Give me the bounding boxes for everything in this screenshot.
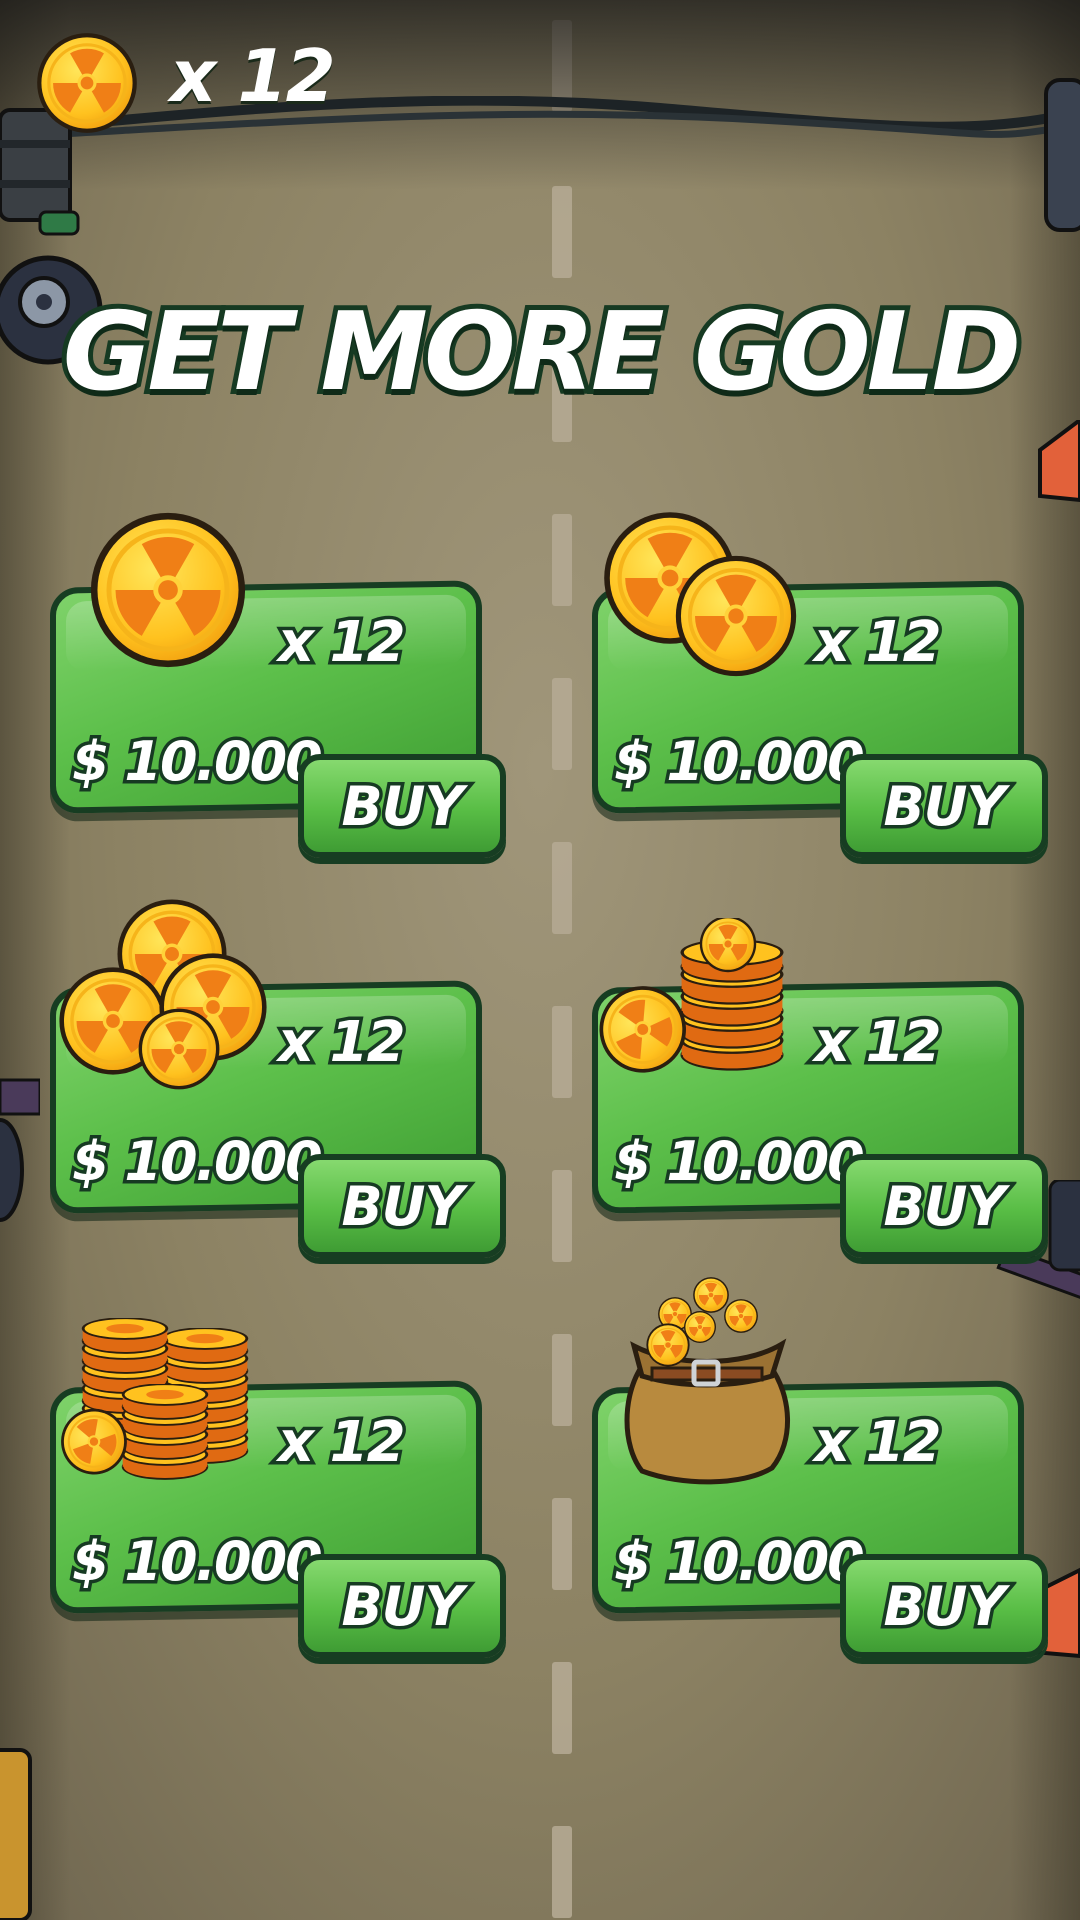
coin-sack-icon xyxy=(612,1276,802,1490)
offer-card-2: x 12 $ 10.000 BUY xyxy=(584,518,1048,858)
lane-marking xyxy=(552,678,572,770)
buy-button[interactable]: BUY xyxy=(840,1554,1048,1658)
buy-label: BUY xyxy=(338,1571,467,1641)
buy-label: BUY xyxy=(880,1571,1009,1641)
buy-button[interactable]: BUY xyxy=(840,754,1048,858)
buy-button[interactable]: BUY xyxy=(840,1154,1048,1258)
machine-debris-icon xyxy=(1044,78,1080,232)
lane-marking xyxy=(552,842,572,934)
offer-card-6: x 12 $ 10.000 BUY xyxy=(584,1276,1048,1658)
barrel-icon xyxy=(0,1748,32,1920)
lane-marking xyxy=(552,1170,572,1262)
lane-marking xyxy=(552,514,572,606)
lane-marking xyxy=(552,186,572,278)
offer-card-3: x 12 $ 10.000 BUY xyxy=(42,897,506,1258)
page-title: GET MORE GOLD xyxy=(58,285,1026,420)
currency-coin-icon xyxy=(34,30,140,140)
offer-price: $ 10.000 xyxy=(69,1127,327,1197)
coin-stacks-icon xyxy=(50,1308,258,1492)
offer-quantity: x 12 xyxy=(275,607,410,679)
offer-price: $ 10.000 xyxy=(69,727,327,797)
lane-marking xyxy=(552,1334,572,1426)
lane-marking xyxy=(552,1498,572,1590)
buy-label: BUY xyxy=(338,1171,467,1241)
buy-label: BUY xyxy=(338,771,467,841)
offer-price: $ 10.000 xyxy=(611,1527,869,1597)
offer-price: $ 10.000 xyxy=(611,1127,869,1197)
single-coin-icon xyxy=(86,508,250,676)
offer-card-4: x 12 $ 10.000 BUY xyxy=(583,914,1048,1258)
offer-card-1: x 12 $ 10.000 BUY xyxy=(42,518,506,858)
top-shade xyxy=(0,0,1080,190)
lane-marking xyxy=(552,1826,572,1918)
currency-count: x 12 xyxy=(170,34,336,118)
offer-quantity: x 12 xyxy=(811,1407,946,1479)
offer-price: $ 10.000 xyxy=(69,1527,327,1597)
offer-price: $ 10.000 xyxy=(611,727,869,797)
two-coins-icon xyxy=(600,508,800,692)
coin-pile-icon xyxy=(56,896,286,1100)
offer-quantity: x 12 xyxy=(275,1407,410,1479)
lane-marking xyxy=(552,1006,572,1098)
buy-button[interactable]: BUY xyxy=(298,1154,506,1258)
offer-quantity: x 12 xyxy=(811,607,946,679)
buy-button[interactable]: BUY xyxy=(298,754,506,858)
buy-label: BUY xyxy=(880,1171,1009,1241)
offer-quantity: x 12 xyxy=(275,1007,410,1079)
buy-label: BUY xyxy=(880,771,1009,841)
offer-quantity: x 12 xyxy=(811,1007,946,1079)
traffic-cone-icon xyxy=(1038,420,1080,503)
offer-card-5: x 12 $ 10.000 BUY xyxy=(42,1318,506,1658)
buy-button[interactable]: BUY xyxy=(298,1554,506,1658)
lane-marking xyxy=(552,1662,572,1754)
plank-debris-icon xyxy=(0,1078,40,1222)
coin-stack-icon xyxy=(583,914,796,1092)
